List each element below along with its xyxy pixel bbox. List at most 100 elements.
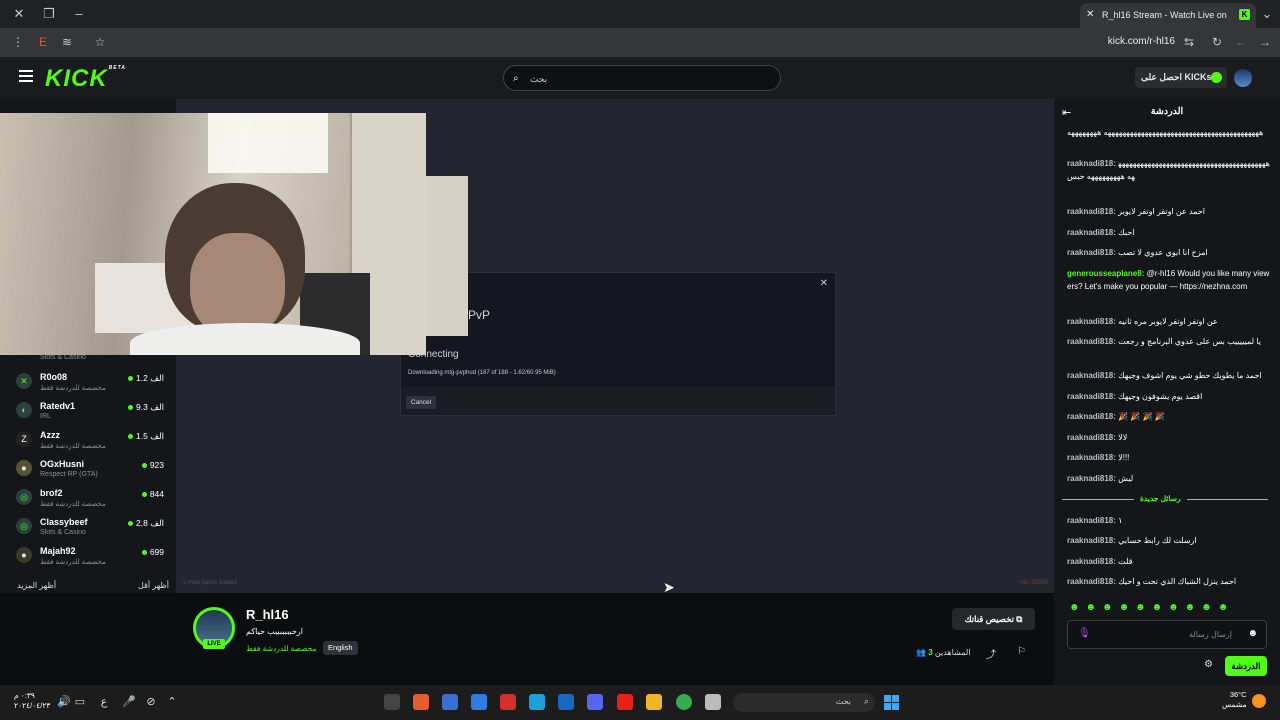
app-explorer-icon[interactable] — [646, 694, 662, 710]
chat-message-input[interactable]: 🎙 إرسال رسالة ☻ — [1067, 620, 1267, 649]
chat-header: ⇤ الدردشة — [1054, 99, 1280, 125]
search-icon: ⌕ — [513, 73, 519, 84]
language-tag[interactable]: English — [323, 641, 358, 655]
chat-message: raaknadi818: عن اوتفر اوتفر لايوبر مره ث… — [1067, 317, 1218, 326]
sidebar-channel[interactable]: ◎ Classybeef Slots & Casino 2.8 الف — [14, 515, 170, 544]
show-less-link[interactable]: أظهر أقل — [138, 581, 169, 590]
weather-widget[interactable]: 36°C مشمس — [1222, 690, 1247, 710]
version-text: Ver. 20955 — [1019, 580, 1048, 586]
app-copilot-icon[interactable] — [471, 694, 487, 710]
channel-avatar: ◐ — [16, 402, 32, 418]
hamburger-menu-icon[interactable] — [19, 70, 33, 84]
app-editor-icon[interactable] — [413, 694, 429, 710]
display-icon[interactable]: ▭ — [73, 695, 87, 709]
app-edge-icon[interactable] — [529, 694, 545, 710]
chat-message: raaknadi818: 🎉 🎉 🎉 🎉 — [1067, 412, 1165, 421]
extension-icon[interactable]: E — [35, 34, 51, 50]
streamer-name[interactable]: R_hl16 — [246, 607, 289, 622]
app-youtube-icon[interactable] — [617, 694, 633, 710]
tab-list-icon[interactable]: ⌄ — [1258, 5, 1276, 23]
chat-message: raaknadi818: احبك — [1067, 228, 1135, 237]
stream-category[interactable]: مخصصة للدردشة فقط — [246, 644, 317, 653]
tab-kick-stream[interactable]: ✕ R_hl16 Stream - Watch Live on K — [1080, 3, 1256, 28]
viewer-count: 923 — [141, 460, 164, 470]
chat-message: raaknadi818: لا!!! — [1067, 453, 1130, 462]
sidebar-channel[interactable]: ● Majah92 مخصصة للدردشة فقط 699 — [14, 544, 170, 573]
close-window-icon[interactable]: ✕ — [10, 5, 28, 23]
gift-icon[interactable]: ⚐ — [1017, 646, 1026, 657]
chat-message: raaknadi818: احمد ما يطوبك حطو شي يوم اش… — [1067, 371, 1262, 380]
cancel-button[interactable]: Cancel — [406, 396, 436, 409]
share-icon[interactable]: ⤴ — [986, 646, 996, 661]
forward-icon[interactable]: ← — [1233, 34, 1249, 50]
chat-message: raaknadi818: امزح انا ابوي عدوي لا تصب — [1067, 248, 1208, 257]
send-chat-button[interactable]: الدردشة — [1225, 656, 1267, 676]
get-kicks-button[interactable]: احصل على KICKs — [1135, 67, 1227, 88]
show-more-link[interactable]: أظهر المزيد — [17, 581, 56, 590]
site-header: KICKBETA ⌕ بحث احصل على KICKs — [0, 57, 1280, 99]
taskbar-search[interactable]: بحث ⌕ — [733, 693, 875, 712]
close-dialog-icon[interactable]: ✕ — [820, 278, 828, 289]
chat-message: raaknadi818: اقصد يوم يشوفون وجيهك — [1067, 392, 1203, 401]
reading-list-icon[interactable]: ≋ — [59, 34, 75, 50]
search-input[interactable]: ⌕ بحث — [503, 65, 781, 91]
mouse-cursor-icon: ➤ — [663, 579, 675, 595]
mic-tray-icon[interactable]: 🎤 — [122, 695, 136, 709]
emoji-icon[interactable]: ☻ — [1247, 628, 1258, 639]
app-calendar-icon[interactable] — [442, 694, 458, 710]
chat-message: raaknadi818: احمد عن اوتفر اوتفر لايوبر — [1067, 207, 1206, 216]
user-avatar[interactable] — [1234, 69, 1252, 87]
app-discord-icon[interactable] — [587, 694, 603, 710]
tray-expand-icon[interactable]: ⌃ — [165, 695, 179, 709]
webcam-overlay — [0, 113, 426, 355]
minimize-window-icon[interactable]: – — [70, 5, 88, 23]
volume-icon[interactable]: 🔊 — [57, 695, 71, 709]
url-text[interactable]: kick.com/r-hl16 — [1108, 36, 1175, 47]
sidebar-channel[interactable]: Z Azzz مخصصة للدردشة فقط 1.5 الف — [14, 428, 170, 457]
kick-logo[interactable]: KICKBETA — [45, 65, 126, 93]
sidebar-channel[interactable]: ◎ brof2 مخصصة للدردشة فقط 844 — [14, 486, 170, 515]
channel-avatar: ◎ — [16, 518, 32, 534]
sidebar-channel[interactable]: ● OGxHusni Respect RP (GTA) 923 — [14, 457, 170, 486]
search-placeholder: بحث — [530, 74, 548, 84]
viewer-count: 9.3 الف — [128, 402, 164, 413]
app-task-view-icon[interactable] — [705, 694, 721, 710]
tab-title: R_hl16 Stream - Watch Live on — [1102, 10, 1227, 20]
bookmark-star-icon[interactable]: ☆ — [92, 34, 108, 50]
channel-avatar: ● — [16, 547, 32, 563]
chat-message: raaknadi818: لالا — [1067, 433, 1128, 442]
chat-panel: ⇤ الدردشة هههههههههههههههههههههههههههههه… — [1054, 99, 1280, 685]
sidebar-channel[interactable]: ◐ Ratedv1 IRL 9.3 الف — [14, 399, 170, 428]
chat-message: raaknadi818: ليش — [1067, 474, 1134, 483]
app-wps-icon[interactable] — [500, 694, 516, 710]
emote-bar[interactable]: ☻☻☻☻☻☻☻☻☻☻ — [1069, 602, 1275, 614]
restore-window-icon[interactable]: ❐ — [40, 5, 58, 23]
back-icon[interactable]: → — [1257, 34, 1273, 50]
menu-dots-icon[interactable]: ⋮ — [10, 34, 26, 50]
reload-icon[interactable]: ↻ — [1209, 34, 1225, 50]
clock[interactable]: ٠:٣٩ م ٢٠٢٤/٠٤/٢٣ — [14, 691, 50, 711]
chat-title: الدردشة — [1150, 106, 1184, 117]
customize-channel-button[interactable]: تخصيص قناتك ⧉ — [952, 608, 1035, 630]
microphone-icon[interactable]: 🎙 — [1078, 628, 1091, 639]
app-obs-icon[interactable] — [384, 694, 400, 710]
stream-title: ارحبببببببب حياكم — [246, 627, 303, 636]
language-indicator[interactable]: ع — [97, 695, 111, 709]
app-outlook-icon[interactable] — [558, 694, 574, 710]
chat-message: raaknadi818: ١ — [1067, 516, 1123, 525]
search-icon: ⌕ — [863, 696, 869, 706]
sidebar-channel[interactable]: ✕ R0o08 مخصصة للدردشة فقط 1.2 الف — [14, 370, 170, 399]
stream-info-bar: LIVE R_hl16 ارحبببببببب حياكم مخصصة للدر… — [176, 593, 1054, 685]
site-settings-icon[interactable]: ⇆ — [1181, 34, 1197, 50]
viewer-count: 699 — [141, 547, 164, 557]
viewer-count: 2.8 الف — [128, 518, 164, 529]
viewer-count: 1.2 الف — [128, 373, 164, 384]
network-icon[interactable]: ⊘ — [144, 695, 158, 709]
webcam-edge — [426, 176, 468, 336]
windows-start-icon[interactable] — [884, 695, 899, 710]
app-chrome-icon[interactable] — [676, 694, 692, 710]
dialog-title: PvP — [468, 308, 491, 322]
chat-settings-icon[interactable]: ⚙ — [1204, 659, 1213, 670]
close-tab-icon[interactable]: ✕ — [1086, 9, 1094, 20]
channel-avatar: ◎ — [16, 489, 32, 505]
